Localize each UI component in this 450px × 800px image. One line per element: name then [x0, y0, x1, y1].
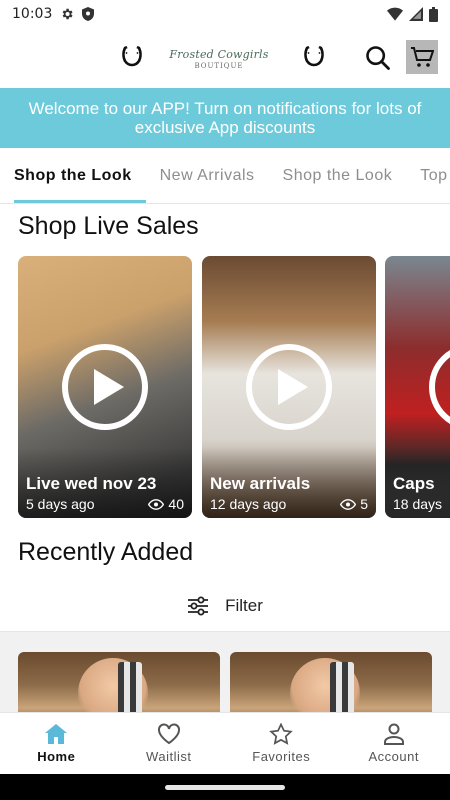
brand-logo[interactable]: Frosted Cowgirls BOUTIQUE — [166, 38, 272, 80]
home-icon — [45, 724, 68, 744]
eye-icon — [148, 498, 165, 510]
tab-shop-the-look-2[interactable]: Shop the Look — [269, 148, 407, 203]
banner-text: Welcome to our APP! Turn on notification… — [28, 99, 422, 137]
play-icon[interactable] — [246, 344, 332, 430]
nav-favorites[interactable]: Favorites — [225, 713, 338, 774]
notification-banner[interactable]: Welcome to our APP! Turn on notification… — [0, 88, 450, 148]
view-count: 5 — [360, 496, 368, 512]
status-time: 10:03 — [12, 6, 53, 22]
horseshoe-icon — [122, 45, 142, 67]
nav-waitlist[interactable]: Waitlist — [113, 713, 226, 774]
star-icon — [269, 723, 294, 745]
play-icon[interactable] — [429, 344, 450, 430]
nav-waitlist-label: Waitlist — [146, 749, 192, 764]
category-tabs: Shop the Look New Arrivals Shop the Look… — [0, 148, 450, 204]
card-meta: 18 days — [393, 496, 450, 512]
card-views: 40 — [148, 496, 184, 512]
card-meta: 5 days ago 40 — [26, 496, 184, 512]
sliders-icon — [188, 596, 209, 615]
cart-icon — [411, 47, 434, 67]
account-icon — [383, 723, 404, 745]
app-header: Frosted Cowgirls BOUTIQUE — [0, 28, 450, 88]
signal-icon — [409, 7, 423, 21]
status-left: 10:03 — [12, 6, 95, 22]
cart-button[interactable] — [406, 40, 438, 74]
live-card[interactable]: Live wed nov 23 5 days ago 40 — [18, 256, 192, 518]
product-image-detail — [118, 662, 142, 712]
product-card[interactable] — [230, 652, 432, 712]
logo-sub-text: BOUTIQUE — [194, 62, 244, 70]
card-age: 5 days ago — [26, 496, 95, 512]
product-image-detail — [330, 662, 354, 712]
live-sales-title: Shop Live Sales — [18, 212, 199, 240]
shield-icon — [82, 7, 95, 21]
status-bar: 10:03 — [0, 0, 450, 28]
gesture-handle[interactable] — [165, 785, 285, 790]
filter-button[interactable]: Filter — [0, 580, 450, 632]
bottom-nav: Home Waitlist Favorites Account — [0, 712, 450, 774]
nav-favorites-label: Favorites — [252, 749, 311, 764]
heart-icon — [157, 723, 180, 745]
live-sales-carousel[interactable]: Live wed nov 23 5 days ago 40 New arriva… — [18, 256, 450, 518]
live-card[interactable]: Caps 18 days — [385, 256, 450, 518]
card-title: New arrivals — [210, 474, 311, 493]
nav-account[interactable]: Account — [338, 713, 450, 774]
card-views: 5 — [340, 496, 368, 512]
card-meta: 12 days ago 5 — [210, 496, 368, 512]
play-icon[interactable] — [62, 344, 148, 430]
settings-icon — [62, 8, 73, 20]
card-title: Live wed nov 23 — [26, 474, 157, 493]
card-age: 18 days — [393, 496, 443, 512]
search-icon[interactable] — [364, 44, 392, 72]
status-right — [387, 6, 438, 22]
tab-new-arrivals[interactable]: New Arrivals — [146, 148, 269, 203]
filter-label: Filter — [225, 595, 263, 615]
horseshoe-icon — [304, 45, 324, 67]
product-card[interactable] — [18, 652, 220, 712]
tab-shop-the-look[interactable]: Shop the Look — [0, 148, 146, 203]
battery-icon — [429, 6, 438, 22]
live-card[interactable]: New arrivals 12 days ago 5 — [202, 256, 376, 518]
gesture-bar — [0, 774, 450, 800]
recently-added-title: Recently Added — [18, 538, 194, 566]
wifi-icon — [387, 7, 403, 21]
nav-home[interactable]: Home — [0, 713, 113, 774]
nav-account-label: Account — [368, 749, 419, 764]
nav-home-label: Home — [37, 749, 76, 764]
logo-main-text: Frosted Cowgirls — [169, 48, 269, 61]
product-grid — [0, 632, 450, 712]
tab-top[interactable]: Top — [406, 148, 450, 203]
card-age: 12 days ago — [210, 496, 287, 512]
eye-icon — [340, 498, 357, 510]
view-count: 40 — [168, 496, 184, 512]
card-title: Caps — [393, 474, 435, 493]
